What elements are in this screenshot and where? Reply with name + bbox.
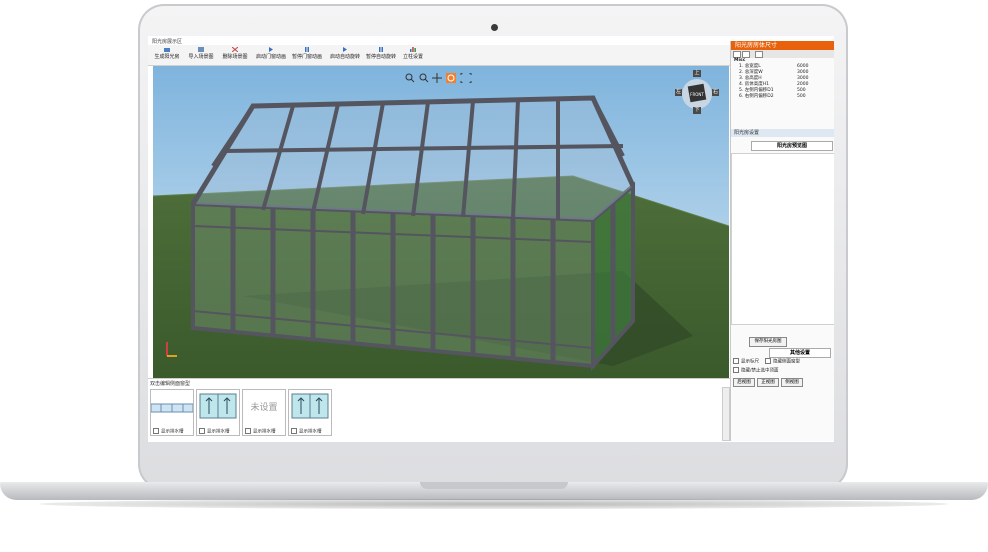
side-view-button[interactable]: 侧视图 [781,378,803,387]
vertical-scrollbar[interactable] [722,387,730,441]
laptop-shadow [40,499,948,509]
sort-alpha-icon[interactable] [742,51,750,58]
save-sunroom-image-button[interactable]: 保存阳光房图 [749,337,787,347]
thumbnail-checkbox[interactable]: 显示排水槽 [199,427,230,434]
play-icon [343,47,347,52]
generate-icon [164,48,170,52]
not-set-text: 未设置 [250,403,278,413]
thumbnail-checkbox[interactable]: 显示排水槽 [291,427,322,434]
window-preview-icon [150,403,194,413]
preview-title: 阳光房预览图 [751,141,833,151]
roof-frame [190,95,636,220]
checkbox-label: 显示标尺 [741,359,759,365]
cube-top-button[interactable]: 上 [693,70,701,77]
app-screen: 阳光房展示区 生成阳光房 导入场景图 删除场景图 启动门窗动画 暂停门窗动画 启… [148,36,834,442]
window-thumbnail[interactable]: 显示排水槽 [150,389,194,436]
pan-icon[interactable] [432,73,442,83]
property-panel-title: 阳光房房体尺寸 [731,41,834,50]
property-value[interactable]: 500 [797,94,806,100]
start-door-animation-label: 启动门窗动画 [255,54,286,60]
property-row[interactable]: 6. 右侧内偏移D2 500 [731,94,834,100]
pause-auto-rotate-button[interactable]: 暂停自动旋转 [364,46,398,64]
checkbox-label: 隐藏侧面窗型 [773,359,800,365]
thumbnail-label: 显示排水槽 [207,429,230,434]
checkbox-box[interactable] [765,358,771,364]
cube-right-button[interactable]: 右 [712,89,719,96]
start-door-animation-button[interactable]: 启动门窗动画 [254,46,288,64]
3d-viewport[interactable]: FRONT 上 左 右 下 [153,66,729,378]
thumbnail-label: 显示排水槽 [253,429,276,434]
delete-scene-label: 删除场景图 [222,54,248,60]
view-tools [405,68,475,84]
other-settings-title: 其他设置 [769,348,831,358]
hide-side-windows-checkbox[interactable]: 隐藏侧面窗型 [765,358,800,366]
cube-left-button[interactable]: 左 [675,89,682,96]
cube-bottom-button[interactable]: 下 [693,107,701,114]
navigation-cube[interactable]: FRONT 上 左 右 下 [675,70,719,114]
cube-face-label: FRONT [690,92,704,97]
column-settings-label: 立柱设置 [402,54,423,60]
rotate-icon[interactable] [446,73,456,83]
pause-icon [379,47,383,52]
import-scene-button[interactable]: 导入场景图 [186,46,216,64]
window-thumbnail[interactable]: 显示排水槽 [196,389,240,436]
show-ruler-checkbox[interactable]: 显示标尺 [733,358,759,366]
checkbox-box[interactable] [733,367,739,373]
property-key: 6. 右侧内偏移D2 [739,94,774,99]
pause-door-animation-label: 暂停门窗动画 [291,54,322,60]
thumbnail-checkbox[interactable]: 显示排水槽 [245,427,276,434]
generate-sunroom-button[interactable]: 生成阳光房 [152,46,182,64]
property-panel-toolbar [731,50,834,58]
window-thumbnail[interactable]: 显示排水槽 [288,389,332,436]
start-auto-rotate-label: 启动自动旋转 [329,54,360,60]
import-icon [198,47,204,52]
delete-icon [232,47,238,52]
property-pages-icon[interactable] [755,51,763,58]
import-scene-label: 导入场景图 [188,54,214,60]
front-view-button[interactable]: 正视图 [757,378,779,387]
preview-area [731,153,834,325]
main-toolbar: 生成阳光房 导入场景图 删除场景图 启动门窗动画 暂停门窗动画 启动自动旋转 暂… [148,45,730,66]
sunroom-settings-header: 阳光房设置 [731,129,834,137]
fullscreen-icon[interactable] [460,72,472,84]
zoom-in-icon[interactable] [405,73,415,83]
back-view-button[interactable]: 后视图 [733,378,755,387]
webcam-icon [491,24,498,31]
window-thumbnail[interactable]: 未设置 显示排水槽 [242,389,286,436]
thumbnail-checkbox[interactable]: 显示排水槽 [153,427,184,434]
categorized-icon[interactable] [733,51,741,58]
column-chart-icon [410,47,416,52]
laptop-notch [420,482,568,489]
delete-scene-button[interactable]: 删除场景图 [220,46,250,64]
pause-icon [305,47,309,52]
pause-auto-rotate-label: 暂停自动旋转 [365,54,396,60]
app-title: 阳光房展示区 [152,39,183,45]
start-auto-rotate-button[interactable]: 启动自动旋转 [328,46,362,64]
hide-top-checkbox[interactable]: 隐藏/禁止选中顶面 [733,367,779,375]
property-panel: 阳光房房体尺寸 Misc 1. 总宽度L 6000 2. 总深度W 3000 3… [730,41,834,441]
thumbnail-label: 显示排水槽 [299,429,322,434]
checkbox-box[interactable] [733,358,739,364]
sunroom-3d-render [153,66,729,378]
play-icon [269,47,273,52]
side-window-panel-title: 双击编辑侧面窗型 [150,381,191,387]
side-window-panel: 双击编辑侧面窗型 显示排水槽 显示排水槽 未设置 显示排水槽 显示排水槽 [148,378,730,442]
zoom-out-icon[interactable] [419,73,429,83]
pause-door-animation-button[interactable]: 暂停门窗动画 [290,46,324,64]
generate-sunroom-label: 生成阳光房 [154,54,180,60]
window-preview-icon [199,393,237,419]
window-preview-icon [291,393,329,419]
column-settings-button[interactable]: 立柱设置 [400,46,426,64]
checkbox-label: 隐藏/禁止选中顶面 [741,368,779,374]
thumbnail-label: 显示排水槽 [161,429,184,434]
